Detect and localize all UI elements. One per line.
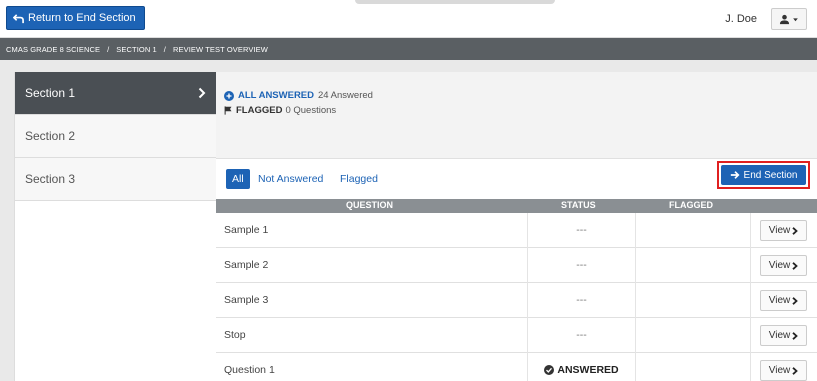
table-row: Stop --- View xyxy=(216,318,817,353)
user-menu-button[interactable] xyxy=(771,8,807,30)
breadcrumb-item: SECTION 1 xyxy=(116,44,157,54)
chevron-right-icon xyxy=(198,87,206,99)
sidebar-item-section-3[interactable]: Section 3 xyxy=(15,158,216,201)
flagged-label: FLAGGED xyxy=(236,105,283,116)
filter-not-answered[interactable]: Not Answered xyxy=(258,173,323,185)
check-circle-icon xyxy=(544,365,555,375)
table-header: QUESTION STATUS FLAGGED xyxy=(216,199,817,213)
view-button[interactable]: View xyxy=(760,325,807,346)
flag-icon xyxy=(224,106,232,115)
flagged-count: 0 Questions xyxy=(285,105,337,116)
view-button[interactable]: View xyxy=(760,220,807,241)
end-section-highlight: End Section xyxy=(717,161,810,189)
chevron-right-icon xyxy=(792,226,799,235)
sidebar-item-label: Section 1 xyxy=(25,86,76,100)
question-table: QUESTION STATUS FLAGGED Sample 1 --- Vie… xyxy=(216,199,817,381)
view-label: View xyxy=(768,330,791,341)
answer-summary: ALL ANSWERED 24 Answered FLAGGED 0 Quest… xyxy=(216,72,817,159)
top-notch xyxy=(355,0,555,4)
review-panel: Section 1 Section 2 Section 3 ALL ANSWER… xyxy=(14,72,817,381)
breadcrumb-item: REVIEW TEST OVERVIEW xyxy=(172,44,268,54)
end-section-button[interactable]: End Section xyxy=(721,165,806,185)
return-button-label: Return to End Section xyxy=(28,12,136,24)
question-name: Stop xyxy=(224,329,246,341)
end-section-label: End Section xyxy=(743,169,798,181)
chevron-right-icon xyxy=(792,366,799,375)
question-status: --- xyxy=(576,294,587,306)
flagged-summary: FLAGGED 0 Questions xyxy=(224,105,336,116)
caret-down-icon xyxy=(793,17,798,21)
question-status: --- xyxy=(576,329,587,341)
filter-all[interactable]: All xyxy=(226,169,250,189)
view-button[interactable]: View xyxy=(760,290,807,311)
sidebar-item-section-1[interactable]: Section 1 xyxy=(15,72,216,115)
return-arrow-icon xyxy=(13,13,24,23)
sidebar-item-label: Section 3 xyxy=(25,172,76,186)
chevron-right-icon xyxy=(792,331,799,340)
view-button[interactable]: View xyxy=(760,360,807,381)
section-sidebar: Section 1 Section 2 Section 3 xyxy=(15,72,216,202)
breadcrumb: CMAS GRADE 8 SCIENCE / SECTION 1 / REVIE… xyxy=(0,38,817,60)
question-status: --- xyxy=(576,259,587,271)
breadcrumb-separator: / xyxy=(163,44,166,54)
status-answered-label: ANSWERED xyxy=(557,364,619,376)
table-row: Sample 3 --- View xyxy=(216,283,817,318)
breadcrumb-item: CMAS GRADE 8 SCIENCE xyxy=(6,44,101,54)
chevron-right-icon xyxy=(792,296,799,305)
table-row: Sample 1 --- View xyxy=(216,213,817,248)
sidebar-item-section-2[interactable]: Section 2 xyxy=(15,115,216,158)
view-button[interactable]: View xyxy=(760,255,807,276)
all-answered-summary: ALL ANSWERED 24 Answered xyxy=(224,90,373,101)
question-name: Sample 3 xyxy=(224,294,269,306)
table-row: Question 1 ANSWERED View xyxy=(216,353,817,381)
column-header-flagged: FLAGGED xyxy=(669,200,713,210)
question-status: ANSWERED xyxy=(528,364,635,376)
user-name: J. Doe xyxy=(725,13,757,25)
question-status: --- xyxy=(576,224,587,236)
breadcrumb-separator: / xyxy=(107,44,110,54)
return-to-end-section-button[interactable]: Return to End Section xyxy=(6,6,145,30)
arrow-right-icon xyxy=(730,171,740,179)
column-header-status: STATUS xyxy=(561,200,596,210)
sidebar-item-label: Section 2 xyxy=(25,129,76,143)
view-label: View xyxy=(768,365,791,376)
filter-flagged[interactable]: Flagged xyxy=(340,173,378,185)
view-label: View xyxy=(768,295,791,306)
question-name: Sample 2 xyxy=(224,259,269,271)
all-answered-label: ALL ANSWERED xyxy=(238,90,314,101)
answered-count: 24 Answered xyxy=(318,90,373,101)
column-header-question: QUESTION xyxy=(346,200,394,210)
chevron-right-icon xyxy=(792,261,799,270)
top-bar: Return to End Section J. Doe xyxy=(0,0,817,38)
plus-circle-icon xyxy=(224,90,234,101)
table-row: Sample 2 --- View xyxy=(216,248,817,283)
view-label: View xyxy=(768,260,791,271)
view-label: View xyxy=(768,225,791,236)
question-name: Sample 1 xyxy=(224,224,269,236)
user-icon xyxy=(779,14,790,24)
question-name: Question 1 xyxy=(224,364,275,376)
